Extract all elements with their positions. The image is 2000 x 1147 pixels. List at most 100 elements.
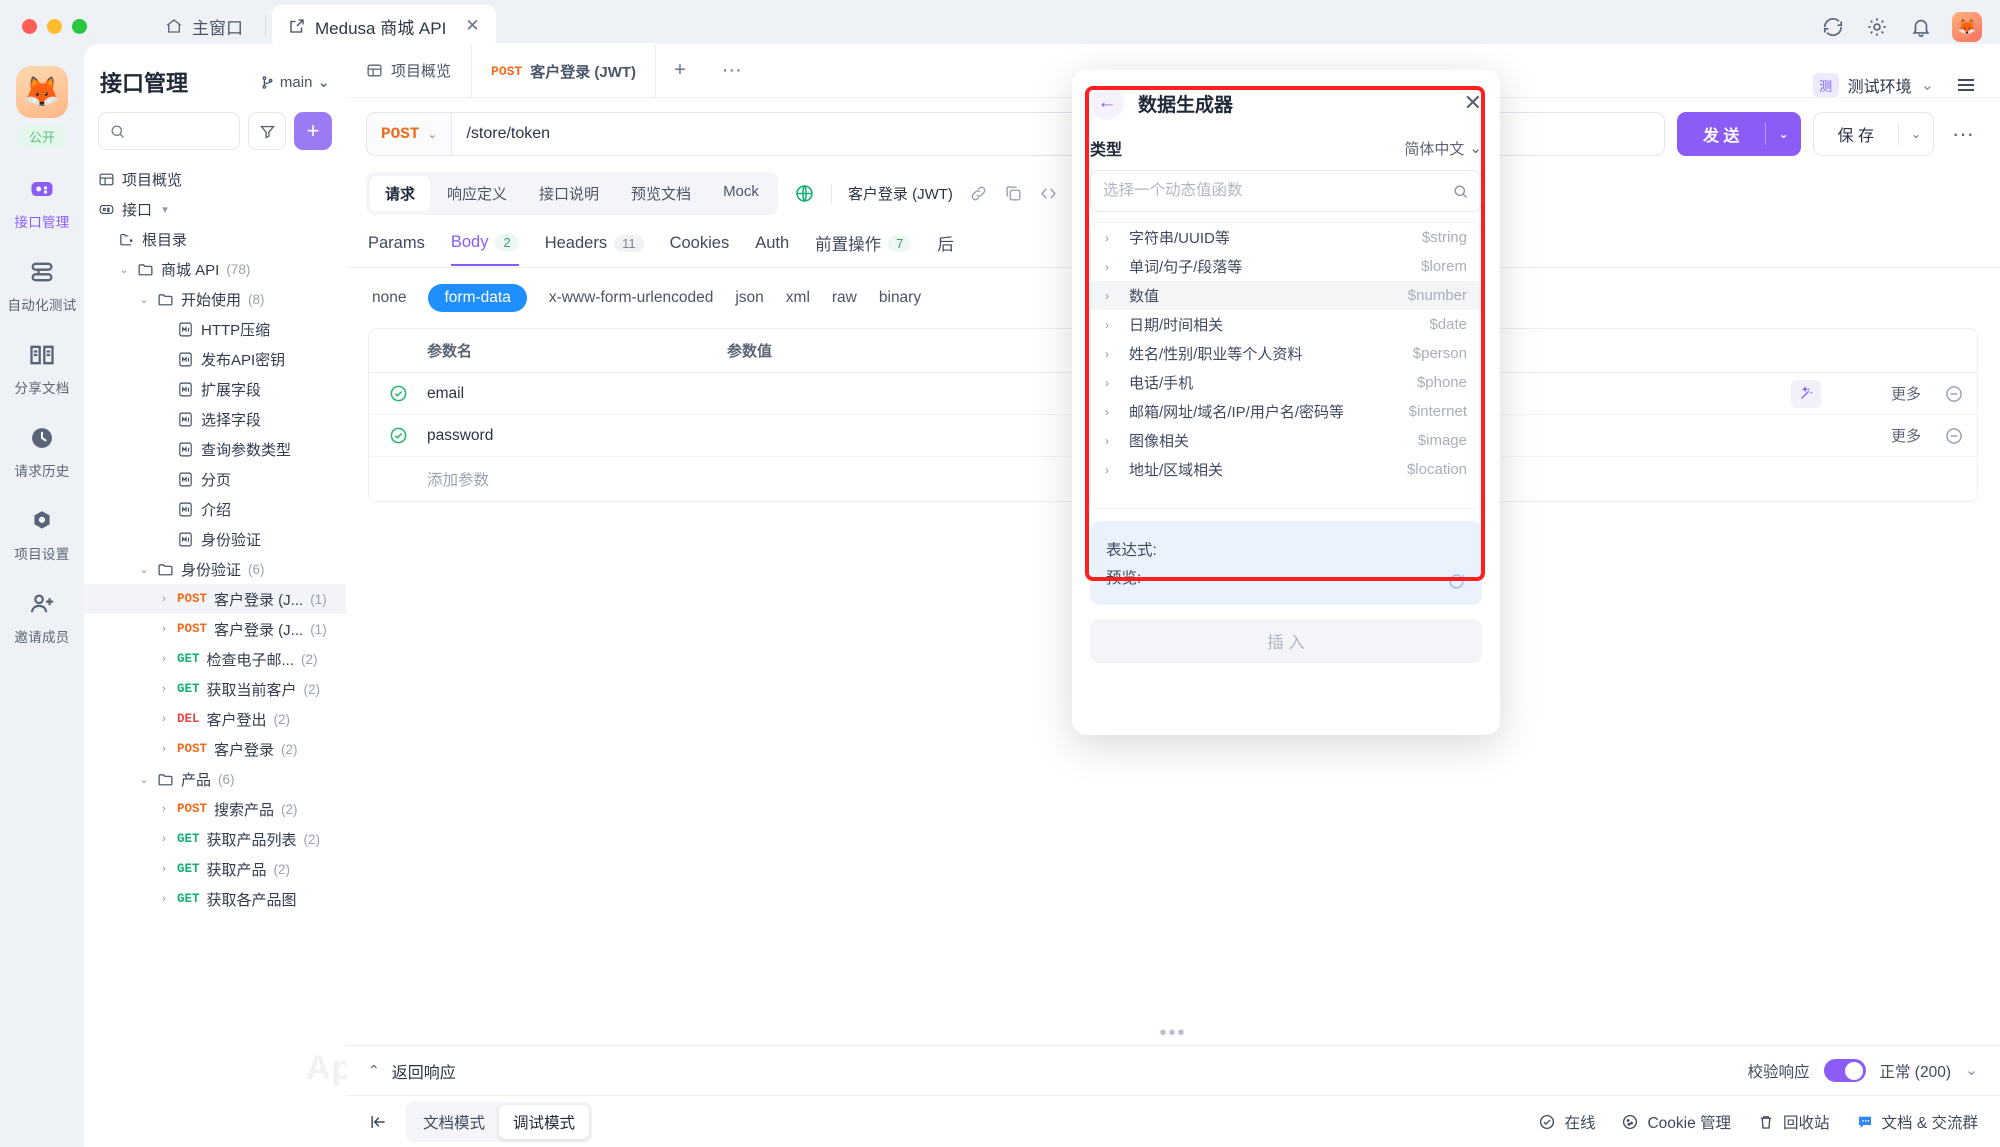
collapse-chevron-icon[interactable]: ⌄	[138, 563, 150, 576]
view-tab-api-desc[interactable]: 接口说明	[524, 176, 614, 211]
close-tab-icon[interactable]: ✕	[465, 16, 479, 36]
expand-chevron-icon[interactable]: ›	[158, 623, 170, 635]
tree-folder[interactable]: ⌄ 产品 (6)	[84, 764, 346, 794]
expand-chevron-icon[interactable]: ›	[158, 593, 170, 605]
branch-selector[interactable]: main ⌄	[260, 73, 330, 91]
tree-api-get[interactable]: › GET 获取当前客户 (2)	[84, 674, 346, 704]
body-type-none[interactable]: none	[372, 289, 406, 307]
row-more-link[interactable]: 更多	[1821, 425, 1931, 446]
function-search-box[interactable]	[1090, 170, 1482, 212]
copy-icon[interactable]	[1004, 184, 1023, 203]
function-item[interactable]: › 数值 $number	[1091, 281, 1481, 310]
tree-doc[interactable]: 发布API密钥	[84, 344, 346, 374]
expand-chevron-icon[interactable]: ›	[1105, 289, 1115, 303]
expand-chevron-icon[interactable]: ›	[1105, 318, 1115, 332]
minimize-window-button[interactable]	[47, 18, 62, 34]
back-arrow-icon[interactable]: ←	[1090, 86, 1124, 120]
tab-project-overview[interactable]: 项目概览	[346, 43, 471, 97]
expand-chevron-icon[interactable]: ›	[158, 803, 170, 815]
tree-api-del[interactable]: › DEL 客户登出 (2)	[84, 704, 346, 734]
tree-doc[interactable]: 扩展字段	[84, 374, 346, 404]
tree-api-get[interactable]: › GET 检查电子邮... (2)	[84, 644, 346, 674]
tab-overflow-button[interactable]: ···	[704, 43, 760, 97]
expand-chevron-icon[interactable]: ›	[158, 683, 170, 695]
send-button[interactable]: 发 送 ⌄	[1676, 112, 1801, 156]
window-controls[interactable]	[22, 18, 87, 34]
view-tab-preview-doc[interactable]: 预览文档	[616, 176, 706, 211]
function-item[interactable]: › 日期/时间相关 $date	[1091, 310, 1481, 339]
body-type-binary[interactable]: binary	[879, 289, 921, 307]
row-param-name[interactable]: email	[427, 385, 727, 403]
expand-chevron-icon[interactable]: ›	[158, 893, 170, 905]
close-icon[interactable]: ✕	[1464, 90, 1482, 116]
rail-item-settings[interactable]: 项目设置	[0, 506, 84, 563]
tree-doc[interactable]: 分页	[84, 464, 346, 494]
body-type-json[interactable]: json	[735, 289, 763, 307]
main-menu-icon[interactable]	[1954, 73, 1978, 97]
maximize-window-button[interactable]	[72, 18, 87, 34]
expand-chevron-icon[interactable]: ›	[158, 713, 170, 725]
tree-doc[interactable]: 身份验证	[84, 524, 346, 554]
tree-api-post[interactable]: › POST 客户登录 (2)	[84, 734, 346, 764]
language-selector[interactable]: 简体中文 ⌄	[1404, 138, 1482, 159]
body-type-urlencoded[interactable]: x-www-form-urlencoded	[549, 289, 714, 307]
project-window-tab[interactable]: Medusa 商城 API ✕	[272, 4, 496, 48]
rail-item-api[interactable]: 接口管理	[0, 174, 84, 231]
mode-doc[interactable]: 文档模式	[409, 1105, 499, 1139]
search-box[interactable]	[98, 112, 240, 150]
collapse-icon[interactable]	[368, 1112, 388, 1132]
tree-nav-overview-icon[interactable]: 项目概览	[84, 164, 346, 194]
chevron-down-icon[interactable]: ▾	[159, 203, 171, 216]
rail-item-automation[interactable]: 自动化测试	[0, 257, 84, 314]
link-icon[interactable]	[969, 184, 988, 203]
add-tab-button[interactable]: +	[656, 43, 704, 97]
row-remove-icon[interactable]	[1931, 384, 1977, 404]
function-item[interactable]: › 电话/手机 $phone	[1091, 368, 1481, 397]
home-window-tab[interactable]: 主窗口	[149, 5, 259, 48]
rail-item-docs[interactable]: 分享文档	[0, 340, 84, 397]
environment-selector[interactable]: 测 测试环境 ⌄	[1812, 73, 1934, 97]
expand-chevron-icon[interactable]: ›	[158, 833, 170, 845]
status-online[interactable]: 在线	[1538, 1111, 1595, 1133]
row-checkbox[interactable]	[369, 384, 427, 403]
collapse-chevron-icon[interactable]: ⌄	[138, 293, 150, 306]
tree-folder[interactable]: ⌄ 开始使用 (8)	[84, 284, 346, 314]
collapse-chevron-icon[interactable]: ⌄	[138, 773, 150, 786]
tree-api-get[interactable]: › GET 获取各产品图	[84, 884, 346, 914]
tree-root-folder[interactable]: 根目录	[84, 224, 346, 254]
expand-chevron-icon[interactable]: ›	[1105, 347, 1115, 361]
expand-chevron-icon[interactable]: ›	[158, 863, 170, 875]
search-input[interactable]	[132, 123, 229, 139]
expand-chevron-icon[interactable]: ›	[158, 743, 170, 755]
expand-chevron-icon[interactable]: ›	[1105, 405, 1115, 419]
refresh-icon[interactable]	[1447, 572, 1466, 591]
cookie-manager[interactable]: Cookie 管理	[1621, 1111, 1731, 1133]
tree-api-post[interactable]: › POST 搜索产品 (2)	[84, 794, 346, 824]
function-item[interactable]: › 单词/句子/段落等 $lorem	[1091, 252, 1481, 281]
notifications-bell-icon[interactable]	[1908, 14, 1934, 40]
row-checkbox[interactable]	[369, 426, 427, 445]
tree-api-post[interactable]: › POST 客户登录 (J... (1)	[84, 584, 346, 614]
tree-api-get[interactable]: › GET 获取产品列表 (2)	[84, 824, 346, 854]
param-tab-headers[interactable]: Headers 11	[545, 234, 644, 265]
view-tab-request[interactable]: 请求	[370, 176, 431, 211]
insert-button[interactable]: 插 入	[1090, 619, 1482, 663]
body-type-form-data[interactable]: form-data	[428, 284, 527, 312]
tree-folder[interactable]: ⌄ 商城 API (78)	[84, 254, 346, 284]
validate-response-toggle[interactable]	[1823, 1059, 1866, 1082]
tree-doc[interactable]: 介绍	[84, 494, 346, 524]
param-tab-cookies[interactable]: Cookies	[670, 234, 730, 265]
param-tab-post-script[interactable]: 后	[937, 231, 954, 267]
mode-debug[interactable]: 调试模式	[499, 1104, 590, 1139]
body-type-raw[interactable]: raw	[832, 289, 857, 307]
chevron-down-icon[interactable]: ⌄	[1965, 1061, 1978, 1080]
expand-chevron-icon[interactable]: ›	[158, 653, 170, 665]
docs-and-group[interactable]: 文档 & 交流群	[1856, 1111, 1978, 1133]
expand-chevron-icon[interactable]: ›	[1105, 376, 1115, 390]
tree-doc[interactable]: 选择字段	[84, 404, 346, 434]
body-type-xml[interactable]: xml	[786, 289, 810, 307]
expand-chevron-icon[interactable]: ›	[1105, 260, 1115, 274]
code-icon[interactable]	[1039, 184, 1058, 203]
save-dropdown-icon[interactable]: ⌄	[1899, 127, 1933, 141]
expand-chevron-icon[interactable]: ›	[1105, 231, 1115, 245]
